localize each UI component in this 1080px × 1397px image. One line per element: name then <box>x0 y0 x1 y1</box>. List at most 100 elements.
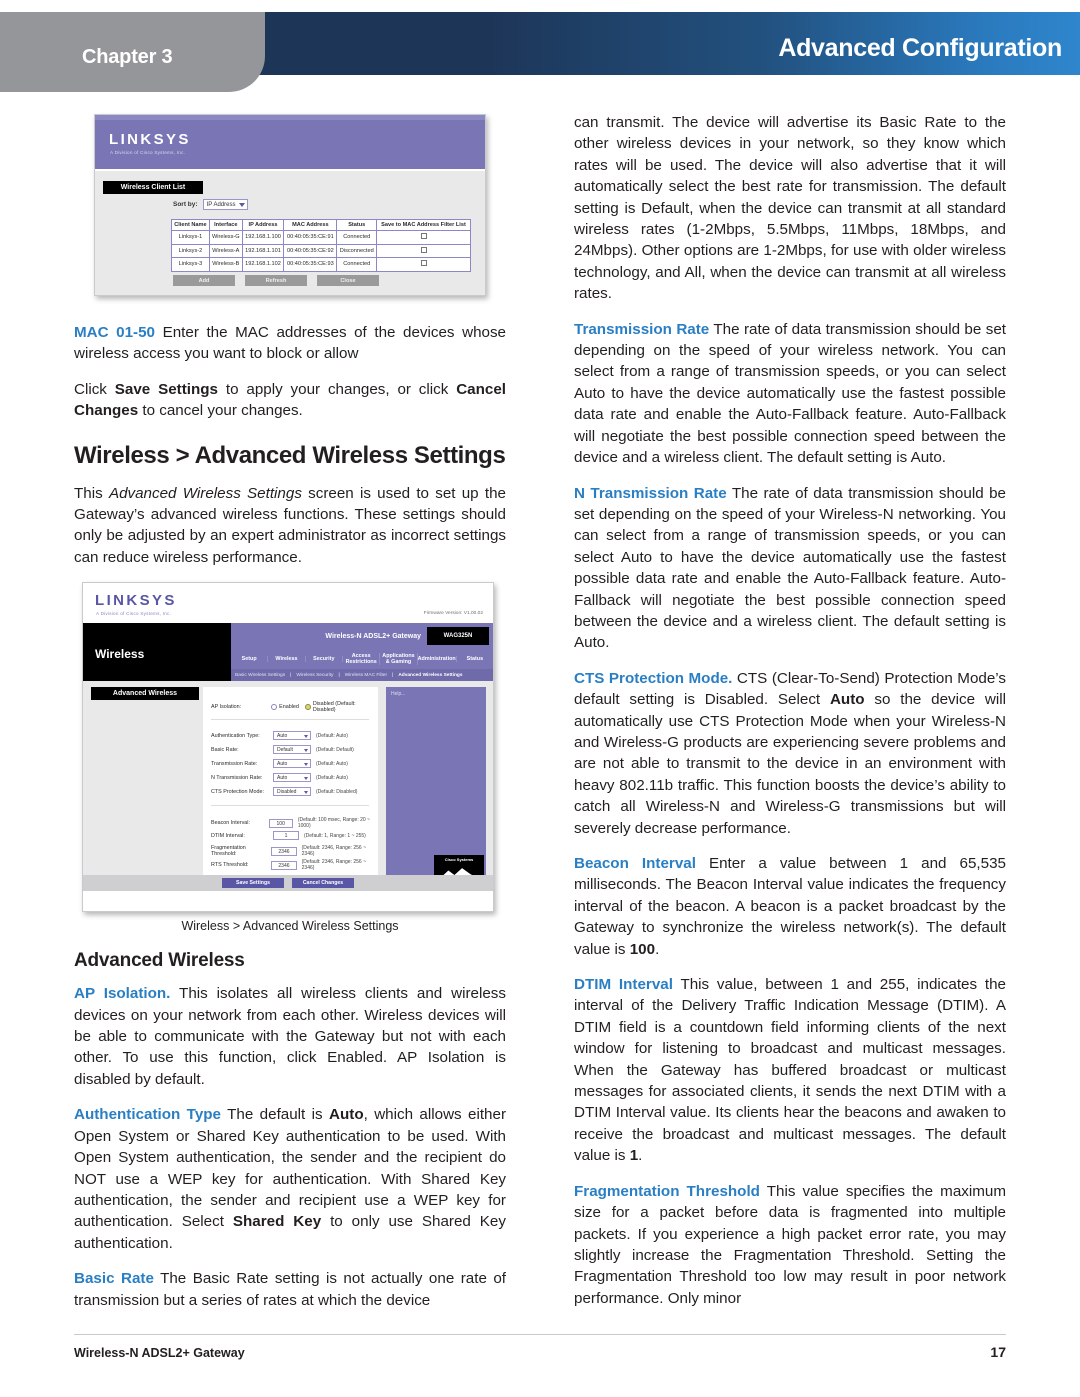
basic-rate-select[interactable]: Default <box>273 745 311 755</box>
paragraph-transmission-rate: Transmission Rate The rate of data trans… <box>574 319 1006 469</box>
tab-setup[interactable]: Setup <box>231 656 269 663</box>
fragmentation-threshold-row: Fragmentation Threshold: 2346 (Default: … <box>211 845 378 857</box>
close-button[interactable]: Close <box>317 275 379 286</box>
tab-access-restrictions[interactable]: Access Restrictions <box>343 653 381 666</box>
paragraph-basic-rate: Basic Rate The Basic Rate setting is not… <box>74 1268 506 1311</box>
tab-security[interactable]: Security <box>306 656 343 663</box>
text-save-settings: Save Settings <box>114 380 219 398</box>
text-beacon-2: . <box>655 940 660 958</box>
table-row: Linksys-3 Wireless-B 192.168.1.102 00:40… <box>171 257 471 272</box>
client-list-panel: Wireless Client List Sort by: IP Address… <box>95 171 485 295</box>
text-fragmentation-threshold-rest: This value specifies the maximum size fo… <box>574 1182 1006 1307</box>
paragraph-cts-protection-mode: CTS Protection Mode. CTS (Clear-To-Send)… <box>574 668 1006 839</box>
subtab-wireless-security[interactable]: Wireless Security <box>296 673 333 678</box>
tab-wireless[interactable]: Wireless <box>268 656 306 663</box>
authentication-type-hint: (Default: Auto) <box>316 732 348 739</box>
cell-save-checkbox[interactable] <box>376 243 471 259</box>
text-dtim-default-value: 1 <box>629 1147 639 1165</box>
text-auto-bold: Auto <box>329 1106 364 1124</box>
paragraph-n-transmission-rate: N Transmission Rate The rate of data tra… <box>574 483 1006 654</box>
fragmentation-threshold-label: Fragmentation Threshold: <box>211 845 246 858</box>
refresh-button[interactable]: Refresh <box>245 275 307 286</box>
cell-mac-address: 00:40:05:35:CE:92 <box>283 243 338 259</box>
text-transmission-rate-rest: The rate of data transmission should be … <box>574 320 1006 467</box>
cts-protection-mode-select[interactable]: Disabled <box>273 787 311 797</box>
cell-client-name: Linksys-3 <box>171 257 210 272</box>
cts-protection-mode-row: CTS Protection Mode: Disabled (Default: … <box>211 787 358 797</box>
rts-threshold-label: RTS Threshold: <box>211 862 249 869</box>
paragraph-dtim-interval: DTIM Interval This value, between 1 and … <box>574 974 1006 1167</box>
n-transmission-rate-select[interactable]: Auto <box>273 773 311 783</box>
text-screen-name-italic: Advanced Wireless Settings <box>108 484 302 502</box>
ap-isolation-row: AP Isolation: Enabled Disabled (Default:… <box>211 701 378 713</box>
tab-status[interactable]: Status <box>457 656 493 662</box>
beacon-interval-input[interactable]: 100 <box>268 818 293 828</box>
column-interface: Interface <box>208 218 243 232</box>
dtim-interval-input[interactable]: 1 <box>273 831 299 841</box>
column-ip-address: IP Address <box>241 218 285 232</box>
footer-divider <box>74 1334 1006 1335</box>
model-name: Wireless-N ADSL2+ Gateway <box>325 632 421 640</box>
ap-isolation-disabled-label: Disabled (Default: Disabled) <box>312 701 356 714</box>
rts-threshold-input[interactable]: 2346 <box>271 860 297 870</box>
cell-save-checkbox[interactable] <box>376 257 471 272</box>
text-cts-2: so the device will automatically use CTS… <box>574 691 1006 837</box>
add-button[interactable]: Add <box>173 275 235 286</box>
text-dtim-1: This value, between 1 and 255, indicates… <box>574 976 1006 1165</box>
save-settings-button[interactable]: Save Settings <box>222 878 284 889</box>
cell-ip-address: 192.168.1.102 <box>241 257 285 272</box>
ap-isolation-enabled-radio[interactable] <box>271 704 278 711</box>
cts-protection-mode-label: CTS Protection Mode: <box>211 788 265 795</box>
basic-rate-label: Basic Rate: <box>211 746 239 753</box>
advanced-body-area: Advanced Wireless AP Isolation: Enabled … <box>83 681 493 892</box>
text-auth-2: , which allows either Open System or Sha… <box>74 1106 506 1231</box>
tab-applications-gaming[interactable]: Applications & Gaming <box>380 653 418 666</box>
rts-threshold-row: RTS Threshold: 2346 (Default: 2346, Rang… <box>211 859 378 871</box>
n-transmission-rate-row: N Transmission Rate: Auto (Default: Auto… <box>211 773 348 783</box>
client-list-table: Client Name Interface IP Address MAC Add… <box>171 218 471 272</box>
cts-protection-mode-hint: (Default: Disabled) <box>316 788 358 795</box>
transmission-rate-hint: (Default: Auto) <box>316 760 348 767</box>
client-list-brand-bar: LINKSYS A Division of Cisco Systems, Inc… <box>95 115 485 171</box>
tab-administration[interactable]: Administration <box>418 656 457 663</box>
term-ap-isolation: AP Isolation. <box>74 985 171 1003</box>
save-to-filter-checkbox[interactable] <box>420 246 427 253</box>
fragmentation-threshold-input[interactable]: 2346 <box>271 846 297 856</box>
ap-isolation-enabled-label: Enabled <box>279 704 299 711</box>
save-to-filter-checkbox[interactable] <box>420 233 427 240</box>
text-auth-1: The default is <box>221 1106 330 1124</box>
n-transmission-rate-label: N Transmission Rate: <box>211 774 263 781</box>
dtim-interval-row: DTIM Interval: 1 (Default: 1, Range: 1 ~… <box>211 831 366 841</box>
ap-isolation-disabled-radio[interactable] <box>304 704 311 711</box>
chapter-label: Chapter 3 <box>82 46 173 68</box>
paragraph-authentication-type: Authentication Type The default is Auto,… <box>74 1104 506 1254</box>
cancel-changes-button[interactable]: Cancel Changes <box>292 878 354 889</box>
authentication-type-select[interactable]: Auto <box>273 731 311 741</box>
cell-save-checkbox[interactable] <box>376 230 471 245</box>
cell-status: Connected <box>336 230 378 245</box>
heading-advanced-wireless: Advanced Wireless <box>74 950 245 972</box>
transmission-rate-select[interactable]: Auto <box>273 759 311 769</box>
heading-wireless-advanced-wireless-settings: Wireless > Advanced Wireless Settings <box>74 441 506 469</box>
column-status: Status <box>336 218 378 232</box>
document-page: Advanced Configuration Chapter 3 LINKSYS… <box>0 0 1080 1397</box>
save-to-filter-checkbox[interactable] <box>420 260 427 267</box>
dtim-interval-label: DTIM Interval: <box>211 832 245 839</box>
table-row: Linksys-2 Wireless-A 192.168.1.101 00:40… <box>171 243 471 259</box>
cell-client-name: Linksys-1 <box>171 230 210 245</box>
linksys-logo-subtitle: A Division of Cisco Systems, Inc. <box>110 150 186 155</box>
subtab-basic-wireless-settings[interactable]: Basic Wireless Settings <box>235 673 285 678</box>
advanced-nav-zone: Wireless-N ADSL2+ Gateway WAG325N Wirele… <box>83 623 493 682</box>
transmission-rate-label: Transmission Rate: <box>211 760 258 767</box>
beacon-interval-hint: (Default: 100 msec, Range: 20 ~ 1000) <box>297 817 370 830</box>
help-label: Help... <box>391 691 406 698</box>
nav-subtab-bar: Basic Wireless Settings | Wireless Secur… <box>231 669 493 682</box>
text-cancel-rest: to cancel your changes. <box>138 402 303 420</box>
text-apply: to apply your changes, or click <box>218 380 457 398</box>
subtab-advanced-wireless-settings[interactable]: Advanced Wireless Settings <box>398 673 462 678</box>
term-authentication-type: Authentication Type <box>74 1106 222 1124</box>
subtab-wireless-mac-filter[interactable]: Wireless MAC Filter <box>345 673 387 678</box>
subtab-separator: | <box>290 672 292 678</box>
term-fragmentation-threshold: Fragmentation Threshold <box>574 1182 760 1200</box>
sort-by-select[interactable]: IP Address <box>202 199 249 210</box>
